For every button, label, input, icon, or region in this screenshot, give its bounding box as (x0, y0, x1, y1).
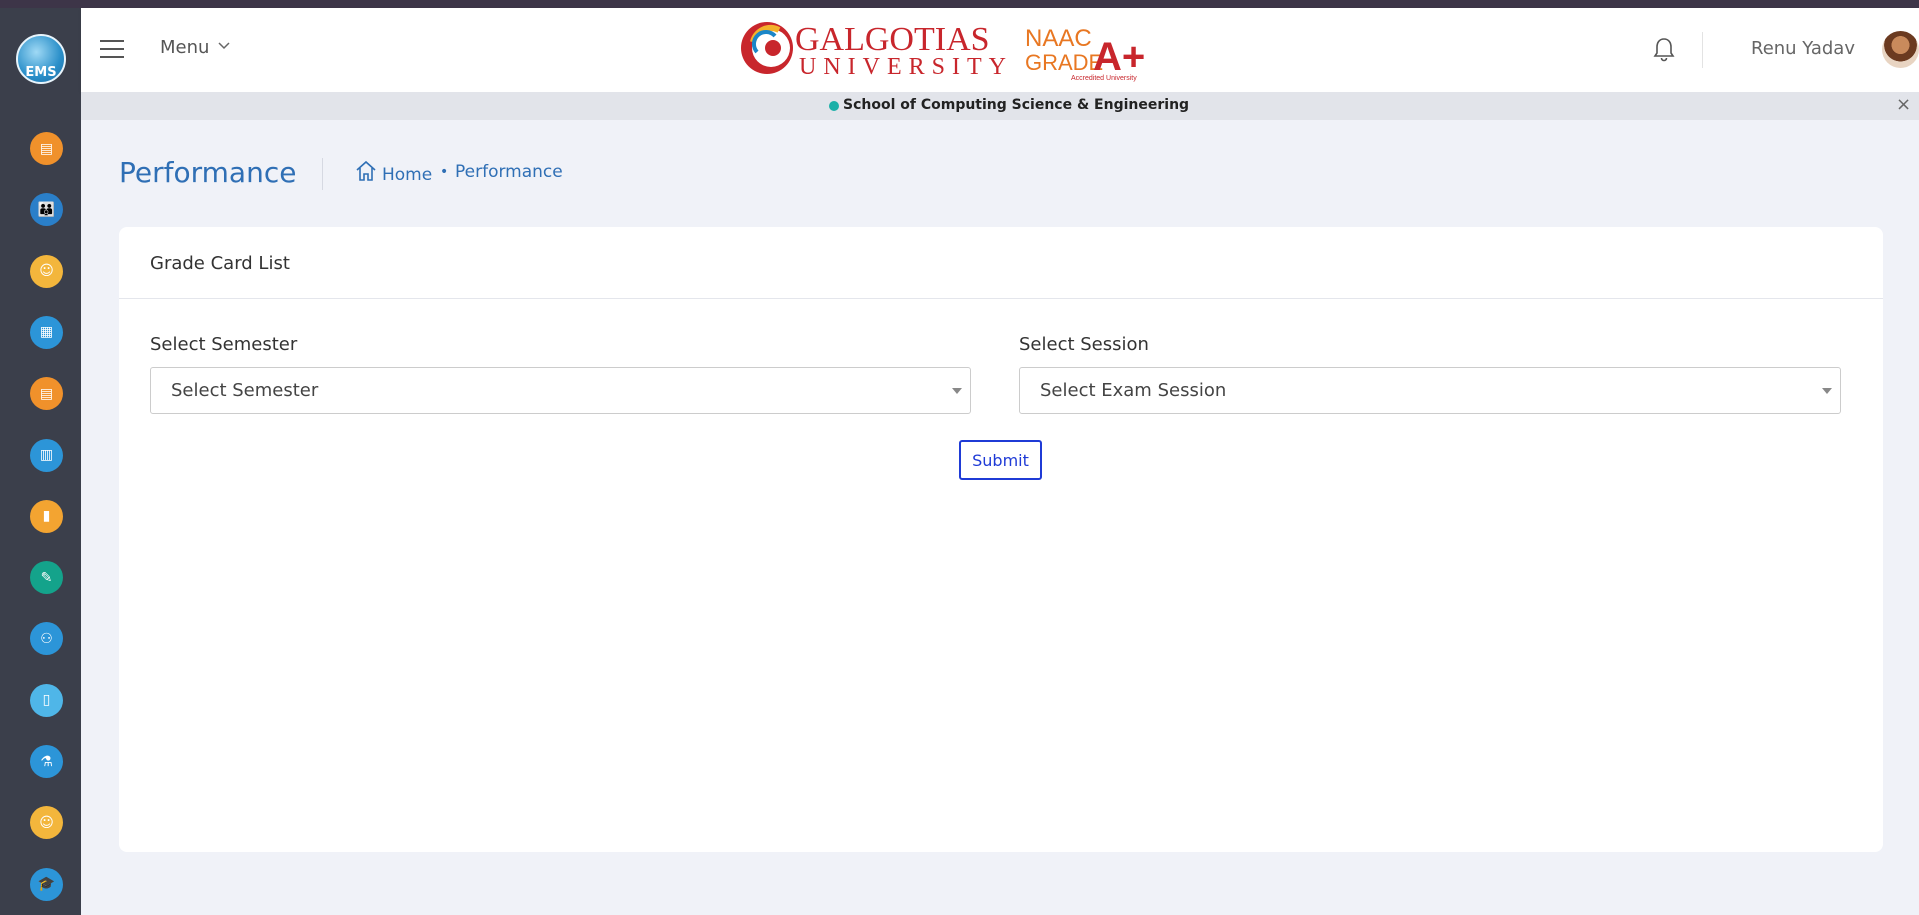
document-icon[interactable]: ▯ (30, 683, 63, 717)
title-separator (322, 158, 323, 190)
notes-icon[interactable]: ▤ (30, 132, 63, 165)
caret-down-icon (1822, 388, 1832, 394)
header-divider (1702, 32, 1703, 68)
card-divider (119, 298, 1883, 299)
books-icon[interactable]: ▮ (30, 499, 63, 533)
semester-label: Select Semester (150, 334, 298, 355)
lab-icon[interactable]: ⚗ (30, 745, 63, 778)
exam-icon[interactable]: ✎ (30, 561, 63, 595)
building-icon[interactable]: ▥ (30, 438, 63, 472)
session-label: Select Session (1019, 334, 1149, 355)
breadcrumb-home[interactable]: Home (382, 165, 432, 185)
classroom-icon[interactable]: ▦ (30, 315, 63, 349)
grade-card-panel: Grade Card List Select Semester Select S… (119, 227, 1883, 852)
close-icon[interactable]: × (1896, 94, 1911, 115)
naac-grade: A+ (1093, 35, 1145, 79)
chevron-down-icon[interactable] (217, 38, 231, 56)
menu-dropdown-label[interactable]: Menu (160, 37, 209, 58)
page-title: Performance (119, 156, 297, 189)
student-icon[interactable]: ☺ (30, 806, 63, 840)
notification-bell-icon[interactable] (1652, 36, 1676, 62)
sidebar: EMS ▤ 👪 ☺ ▦ ▤ ▥ ▮ ✎ ⚇ ▯ ⚗ ☺ 🎓 (0, 8, 81, 915)
naac-tagline: Accredited University (1071, 75, 1137, 82)
graduation-icon[interactable]: 🎓 (30, 867, 63, 901)
school-banner: School of Computing Science & Engineerin… (81, 92, 1919, 120)
breadcrumb-separator: • (440, 164, 449, 180)
avatar[interactable] (1882, 31, 1919, 68)
clipboard-icon[interactable]: ▤ (30, 377, 63, 411)
user-name[interactable]: Renu Yadav (1751, 38, 1855, 59)
galgotias-university-logo: GALGOTIAS UNIVERSITY (741, 21, 1013, 78)
naac-grade-badge: NAAC GRADE A+ Accredited University (1025, 25, 1145, 82)
session-select[interactable]: Select Exam Session (1019, 367, 1841, 414)
naac-line-1: NAAC (1025, 25, 1092, 52)
group-icon[interactable]: ⚇ (30, 622, 63, 656)
session-select-value: Select Exam Session (1040, 380, 1227, 401)
caret-down-icon (952, 388, 962, 394)
home-icon[interactable] (355, 160, 377, 182)
school-name: School of Computing Science & Engineerin… (843, 97, 1190, 113)
breadcrumb-current: Performance (455, 162, 563, 182)
naac-line-2: GRADE (1025, 50, 1103, 75)
brand-word-galgotias: GALGOTIAS (795, 21, 990, 58)
brand-word-university: UNIVERSITY (799, 54, 1013, 78)
people-icon[interactable]: 👪 (30, 193, 63, 227)
submit-button[interactable]: Submit (959, 440, 1042, 480)
semester-select-value: Select Semester (171, 380, 319, 401)
teacher-icon[interactable]: ☺ (30, 254, 63, 288)
semester-select[interactable]: Select Semester (150, 367, 971, 414)
hamburger-menu-icon[interactable] (100, 40, 124, 58)
ems-logo[interactable]: EMS (16, 34, 66, 84)
card-title: Grade Card List (150, 253, 290, 274)
window-top-strip (0, 0, 1919, 8)
status-dot-icon (829, 101, 839, 111)
top-header: Menu GALGOTIAS UNIVERSITY NAAC GRADE A+ … (81, 8, 1919, 92)
